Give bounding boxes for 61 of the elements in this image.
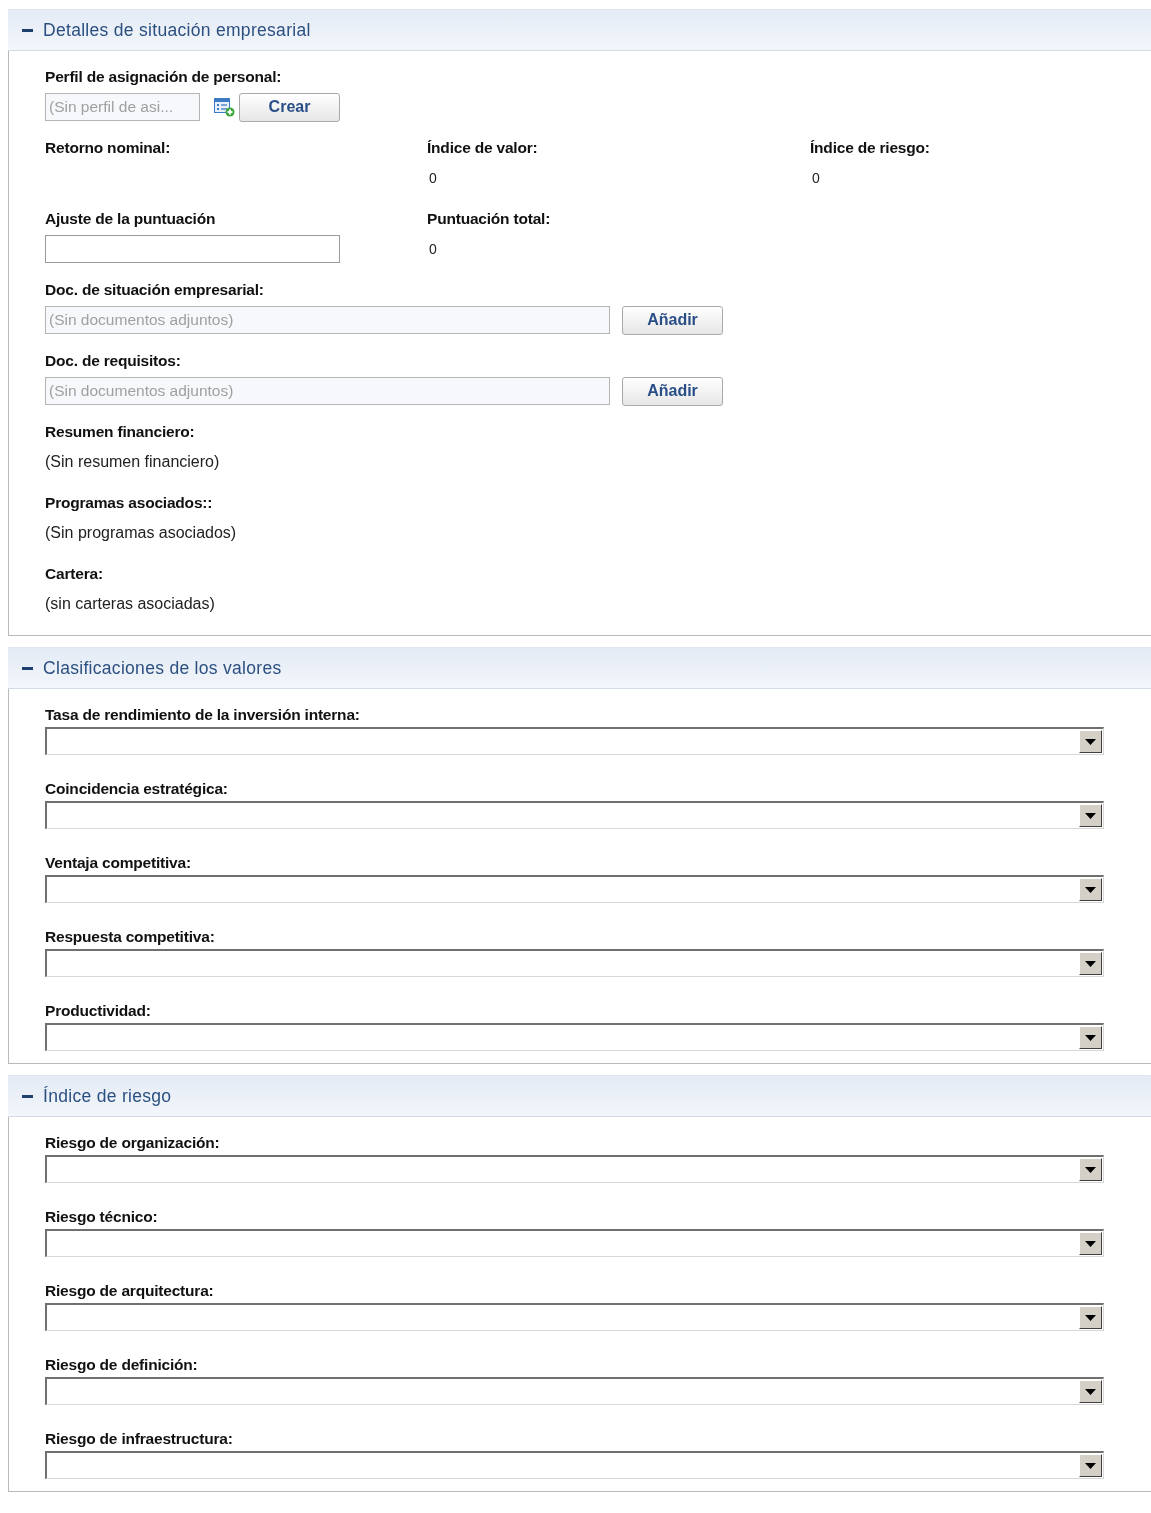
score-input[interactable] (45, 235, 340, 263)
field-label: Ajuste de la puntuación (45, 210, 217, 228)
field-label: Riesgo técnico: (45, 1208, 159, 1226)
section-header[interactable]: Índice de riesgo (8, 1075, 1151, 1117)
field-label: Productividad: (45, 1002, 152, 1020)
dropdown[interactable] (45, 1229, 1104, 1257)
section-title: Clasificaciones de los valores (43, 657, 282, 679)
caret-icon (1085, 1314, 1096, 1321)
field-value: (Sin programas asociados) (45, 523, 238, 543)
dropdown[interactable] (45, 1155, 1104, 1183)
field-label: Puntuación total: (427, 210, 552, 228)
attachment-field[interactable]: (Sin documentos adjuntos) (45, 306, 610, 334)
field-label: Índice de riesgo: (810, 139, 931, 157)
caret-icon (1085, 960, 1096, 967)
add-button[interactable]: Añadir (622, 305, 723, 335)
dropdown[interactable] (45, 1377, 1104, 1405)
field-label: Respuesta competitiva: (45, 928, 216, 946)
section-header[interactable]: Detalles de situación empresarial (8, 9, 1151, 51)
section-title: Índice de riesgo (43, 1085, 172, 1107)
field-label: Tasa de rendimiento de la inversión interna: (45, 706, 361, 724)
field-label: Resumen financiero: (45, 423, 196, 441)
caret-icon (1085, 1462, 1096, 1469)
field-value: 0 (811, 169, 821, 188)
dropdown[interactable] (45, 949, 1104, 977)
dropdown[interactable] (45, 1303, 1104, 1331)
field-label: Perfil de asignación de personal: (45, 68, 283, 86)
field-value: (sin carteras asociadas) (45, 594, 216, 614)
field-value: (Sin resumen financiero) (45, 452, 221, 472)
field-label: Riesgo de organización: (45, 1134, 221, 1152)
caret-icon (1085, 886, 1096, 893)
dropdown[interactable] (45, 1451, 1104, 1479)
field-value: 0 (428, 240, 438, 259)
profile-field[interactable]: (Sin perfil de asi... (45, 93, 200, 121)
dropdown[interactable] (45, 801, 1104, 829)
caret-icon (1085, 1388, 1096, 1395)
section-header[interactable]: Clasificaciones de los valores (8, 647, 1151, 689)
field-value: 0 (428, 169, 438, 188)
section-title: Detalles de situación empresarial (43, 19, 311, 41)
dropdown[interactable] (45, 875, 1104, 903)
table-add-icon[interactable] (214, 97, 235, 117)
field-label: Programas asociados:: (45, 494, 214, 512)
attachment-field[interactable]: (Sin documentos adjuntos) (45, 377, 610, 405)
field-label: Riesgo de definición: (45, 1356, 199, 1374)
caret-icon (1085, 1034, 1096, 1041)
field-label: Coincidencia estratégica: (45, 780, 229, 798)
field-label: Doc. de situación empresarial: (45, 281, 265, 299)
field-label: Doc. de requisitos: (45, 352, 182, 370)
field-label: Retorno nominal: (45, 139, 172, 157)
caret-icon (1085, 812, 1096, 819)
field-label: Ventaja competitiva: (45, 854, 192, 872)
dropdown[interactable] (45, 727, 1104, 755)
field-label: Riesgo de infraestructura: (45, 1430, 234, 1448)
field-label: Índice de valor: (427, 139, 539, 157)
add-button[interactable]: Añadir (622, 376, 723, 406)
caret-icon (1085, 1166, 1096, 1173)
caret-icon (1085, 738, 1096, 745)
create-button[interactable]: Crear (239, 92, 340, 122)
field-label: Cartera: (45, 565, 104, 583)
caret-icon (1085, 1240, 1096, 1247)
field-label: Riesgo de arquitectura: (45, 1282, 215, 1300)
dropdown[interactable] (45, 1023, 1104, 1051)
